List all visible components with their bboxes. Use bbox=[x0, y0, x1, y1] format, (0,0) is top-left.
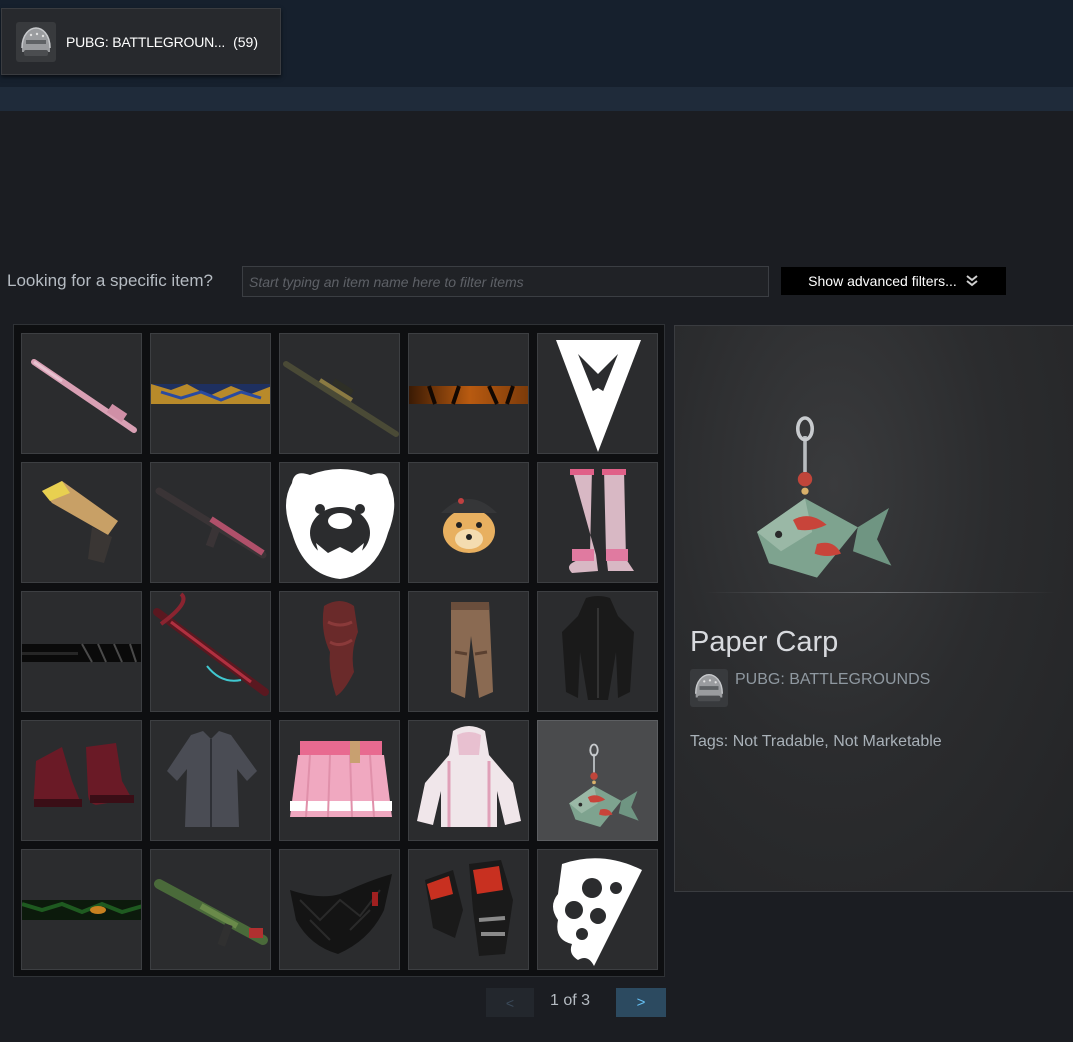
item-cell[interactable] bbox=[408, 591, 529, 712]
banner-icon bbox=[22, 900, 141, 920]
launcher-icon bbox=[154, 879, 268, 947]
item-game-name: PUBG: BATTLEGROUNDS bbox=[735, 671, 931, 688]
item-cell[interactable] bbox=[279, 462, 400, 583]
item-cell[interactable] bbox=[150, 462, 271, 583]
advanced-filters-label: Show advanced filters... bbox=[808, 273, 957, 289]
item-cell[interactable] bbox=[150, 591, 271, 712]
shoes-icon bbox=[33, 743, 134, 807]
item-cell[interactable] bbox=[408, 462, 529, 583]
item-cell[interactable] bbox=[537, 333, 658, 454]
pagination: < 1 of 3 > bbox=[486, 988, 666, 1018]
pants-icon bbox=[451, 602, 493, 698]
item-cell[interactable] bbox=[537, 849, 658, 970]
dog-icon bbox=[441, 498, 497, 553]
pizza-icon bbox=[553, 858, 642, 966]
banner-icon bbox=[409, 385, 528, 405]
mask-icon bbox=[290, 874, 392, 954]
item-cell[interactable] bbox=[21, 462, 142, 583]
sniper-icon bbox=[283, 361, 399, 437]
legwear-icon bbox=[569, 469, 634, 573]
scarf-icon bbox=[322, 601, 358, 696]
fish-charm-icon bbox=[755, 416, 894, 580]
rifle-icon bbox=[155, 487, 267, 559]
filter-row: Looking for a specific item? Show advanc… bbox=[0, 265, 1073, 297]
item-cell[interactable] bbox=[279, 591, 400, 712]
top-strip bbox=[0, 87, 1073, 111]
filter-label: Looking for a specific item? bbox=[7, 271, 213, 290]
item-cell[interactable] bbox=[279, 849, 400, 970]
item-cell[interactable] bbox=[279, 333, 400, 454]
coat-icon bbox=[562, 596, 634, 700]
shirt-icon bbox=[167, 731, 257, 827]
item-cell[interactable] bbox=[150, 720, 271, 841]
skirt-icon bbox=[290, 741, 392, 818]
banner-icon bbox=[151, 384, 270, 404]
item-tags: Tags: Not Tradable, Not Marketable bbox=[690, 733, 942, 750]
next-page-button[interactable]: > bbox=[616, 988, 666, 1017]
rifle-icon bbox=[31, 359, 137, 433]
emblem-icon bbox=[556, 340, 641, 452]
inventory-grid bbox=[21, 333, 658, 970]
item-cell[interactable] bbox=[537, 462, 658, 583]
item-cell[interactable] bbox=[279, 720, 400, 841]
item-detail-panel: Paper Carp PUBG: BATTLEGROUNDS Tags: Not… bbox=[674, 325, 1073, 892]
item-cell[interactable] bbox=[150, 849, 271, 970]
item-cell[interactable] bbox=[21, 720, 142, 841]
helmet-icon bbox=[690, 669, 728, 707]
item-cell[interactable] bbox=[21, 849, 142, 970]
item-cell[interactable] bbox=[408, 333, 529, 454]
fish-charm-icon bbox=[568, 743, 640, 828]
helmet-icon bbox=[16, 21, 56, 62]
game-tab-count: (59) bbox=[233, 33, 259, 50]
item-cell[interactable] bbox=[21, 591, 142, 712]
prev-page-button[interactable]: < bbox=[486, 988, 534, 1017]
item-cell[interactable] bbox=[408, 849, 529, 970]
crossbow-icon bbox=[153, 592, 269, 696]
item-game: PUBG: BATTLEGROUNDS bbox=[690, 669, 930, 707]
pistol-icon bbox=[42, 481, 118, 563]
gloves-icon bbox=[425, 860, 513, 956]
hoodie-icon bbox=[417, 726, 521, 827]
item-cell-selected[interactable] bbox=[537, 720, 658, 841]
inventory-grid-frame bbox=[13, 324, 665, 977]
filter-input[interactable] bbox=[242, 266, 769, 297]
page-indicator: 1 of 3 bbox=[550, 992, 591, 1009]
item-cell[interactable] bbox=[408, 720, 529, 841]
item-cell[interactable] bbox=[150, 333, 271, 454]
banner-icon bbox=[22, 643, 141, 663]
advanced-filters-button[interactable]: Show advanced filters... bbox=[781, 267, 1006, 295]
item-cell[interactable] bbox=[537, 591, 658, 712]
item-name: Paper Carp bbox=[690, 626, 839, 658]
detail-divider bbox=[705, 592, 1055, 593]
bear-icon bbox=[286, 469, 395, 579]
double-chevron-down-icon bbox=[966, 275, 978, 287]
game-tab-name: PUBG: BATTLEGROUN... bbox=[66, 33, 226, 50]
item-cell[interactable] bbox=[21, 333, 142, 454]
game-tab-pubg[interactable]: PUBG: BATTLEGROUN... (59) bbox=[1, 8, 281, 75]
